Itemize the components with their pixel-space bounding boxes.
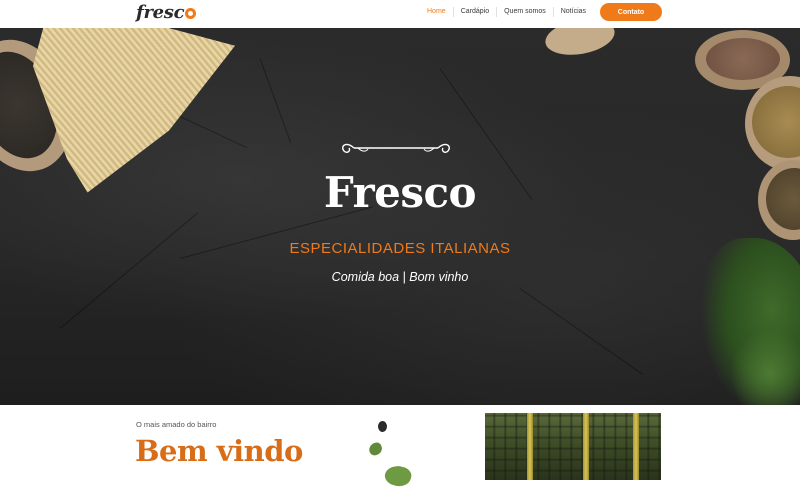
hero-title: Fresco [323, 168, 477, 217]
bamboo-pole [527, 413, 533, 480]
logo[interactable]: fresc [136, 1, 197, 23]
welcome-title: Bem vindo [135, 434, 303, 468]
contact-button[interactable]: Contato [600, 3, 662, 21]
hero-section: Fresco ESPECIALIDADES ITALIANAS Comida b… [0, 28, 800, 405]
spice-mix-image [706, 38, 780, 80]
welcome-kicker: O mais amado do bairro [136, 420, 217, 429]
bamboo-pole [583, 413, 589, 480]
flourish-divider-icon [342, 143, 450, 153]
nav-item-cardapio[interactable]: Cardápio [452, 7, 496, 17]
main-nav: Home Cardápio Quem somos Notícias [420, 7, 593, 17]
site-header: fresc Home Cardápio Quem somos Notícias … [0, 0, 800, 28]
texture-crack [519, 288, 644, 375]
hero-subtitle: ESPECIALIDADES ITALIANAS [289, 240, 511, 257]
logo-text: fresc [136, 2, 185, 23]
nav-item-home[interactable]: Home [420, 7, 453, 17]
basil-leaf-image [382, 462, 414, 489]
bamboo-pole [633, 413, 639, 480]
nav-item-quem-somos[interactable]: Quem somos [496, 7, 553, 17]
restaurant-photo [485, 413, 661, 480]
orange-slice-icon [185, 8, 197, 19]
texture-crack [259, 58, 292, 144]
hero-tagline: Comida boa | Bom vinho [331, 270, 469, 284]
nav-item-noticias[interactable]: Notícias [552, 7, 593, 17]
wooden-spoon-image [542, 28, 618, 60]
olive-image [378, 421, 387, 432]
texture-crack [59, 212, 199, 329]
basil-leaf-image [367, 441, 384, 457]
